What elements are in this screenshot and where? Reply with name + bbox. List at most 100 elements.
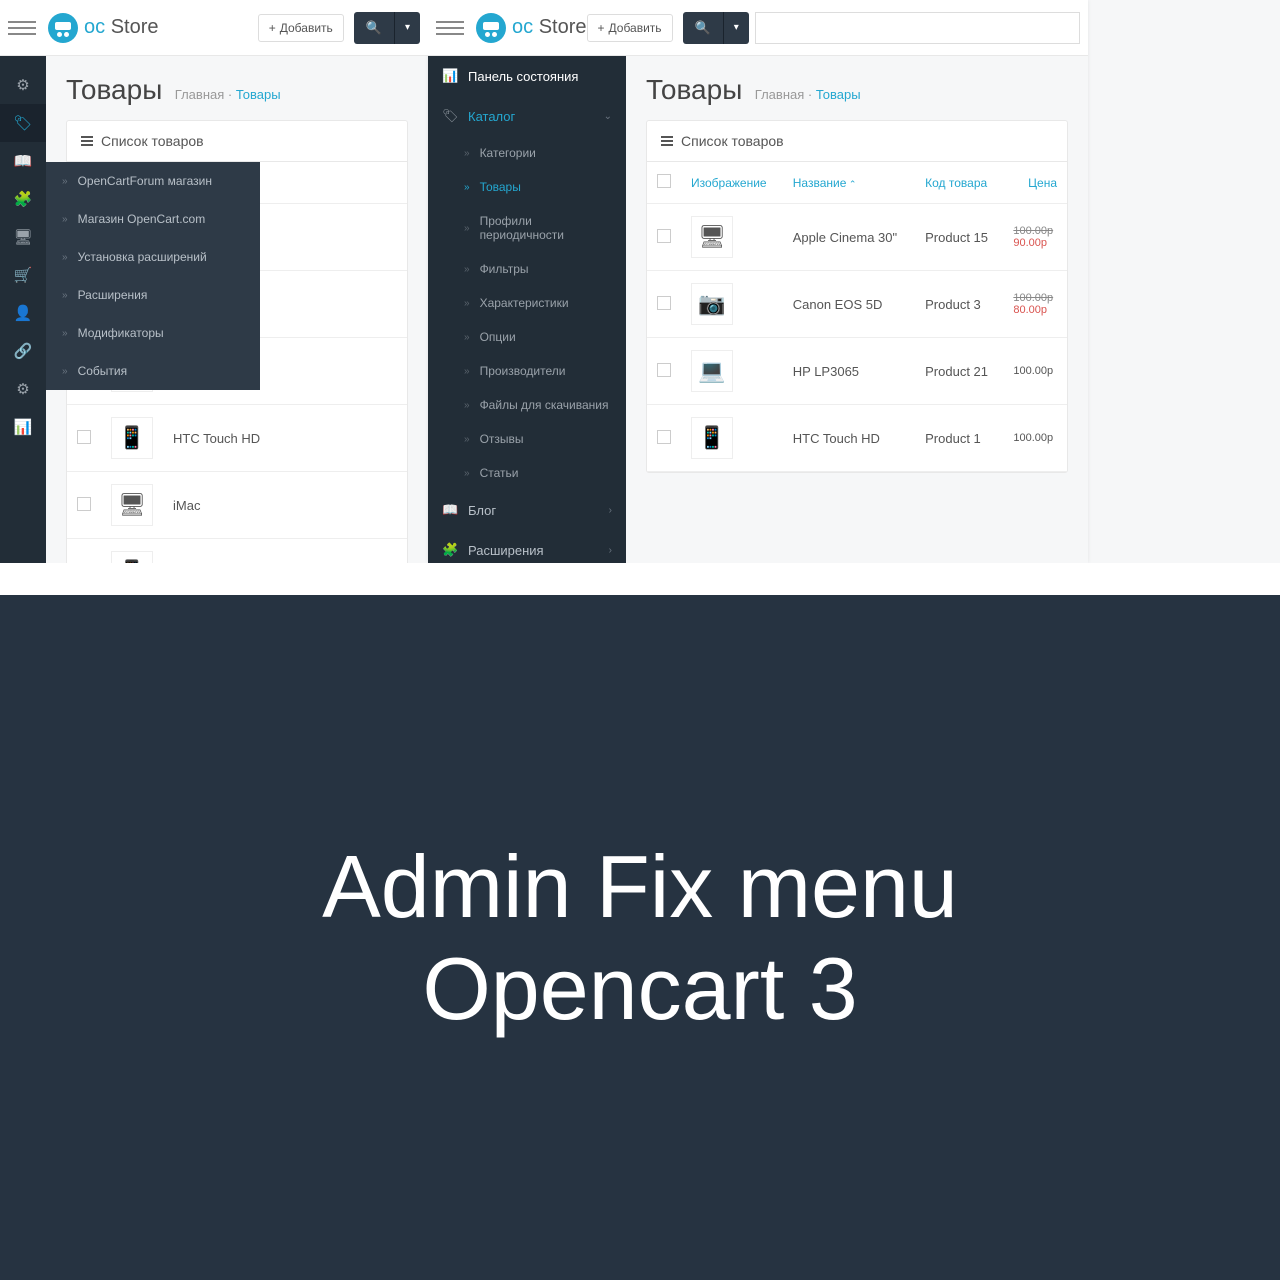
left-admin-panel: oc Store +Добавить 🔍 ▾ ⚙ 🏷 📖 🧩 🖥 🛒 👤 🔗 ⚙… xyxy=(0,0,428,563)
chevron-icon: ⌄ xyxy=(604,111,612,122)
sidebar-item[interactable]: 🧩Расширения› xyxy=(428,530,626,563)
rail-system-icon[interactable]: ⚙ xyxy=(0,370,46,408)
col-name[interactable]: Название xyxy=(783,162,915,204)
product-name: Apple Cinema 30" xyxy=(783,204,915,271)
caret-down-icon: ▾ xyxy=(405,22,410,33)
breadcrumb: Главная · Товары xyxy=(175,87,281,102)
page-header: Товары Главная · Товары xyxy=(46,56,428,120)
search-dropdown[interactable]: ▾ xyxy=(723,12,749,44)
table-row: 🖥iMac xyxy=(67,472,407,539)
rail-reports-icon[interactable]: 📊 xyxy=(0,408,46,446)
product-name: HTC Touch HD xyxy=(783,405,915,472)
full-sidebar: 📊Панель состояния🏷Каталог⌄КатегорииТовар… xyxy=(428,56,626,563)
crumb-current[interactable]: Товары xyxy=(236,87,281,102)
product-thumb: 📱 xyxy=(111,417,153,459)
caret-down-icon: ▾ xyxy=(734,22,739,33)
card-header: Список товаров xyxy=(647,121,1067,162)
flyout-item[interactable]: Установка расширений xyxy=(46,238,260,276)
rail-catalog-icon[interactable]: 🏷 xyxy=(0,104,46,142)
plus-icon: + xyxy=(269,21,276,35)
sidebar-subitem[interactable]: Товары xyxy=(428,170,626,204)
sidebar-subitem[interactable]: Файлы для скачивания xyxy=(428,388,626,422)
product-name: iPhone xyxy=(163,539,407,564)
col-price[interactable]: Цена xyxy=(1003,162,1067,204)
hamburger-icon[interactable] xyxy=(8,14,36,42)
product-name: HP LP3065 xyxy=(783,338,915,405)
hamburger-icon[interactable] xyxy=(436,14,464,42)
rail-design-icon[interactable]: 🖥 xyxy=(0,218,46,256)
product-name: iMac xyxy=(163,472,407,539)
checkbox[interactable] xyxy=(657,363,671,377)
search-input[interactable] xyxy=(755,12,1080,44)
product-thumb: 📷 xyxy=(691,283,733,325)
product-thumb: 📱 xyxy=(691,417,733,459)
product-thumb: 📱 xyxy=(111,551,153,563)
table-row: 💻HP LP3065Product 21100.00р xyxy=(647,338,1067,405)
sidebar-subitem[interactable]: Характеристики xyxy=(428,286,626,320)
page-title: Товары xyxy=(646,74,742,105)
icon-sidebar: ⚙ 🏷 📖 🧩 🖥 🛒 👤 🔗 ⚙ 📊 xyxy=(0,56,46,563)
sidebar-item[interactable]: 📊Панель состояния xyxy=(428,56,626,96)
checkbox-all[interactable] xyxy=(657,174,671,188)
sidebar-subitem[interactable]: Статьи xyxy=(428,456,626,490)
crumb-current[interactable]: Товары xyxy=(816,87,861,102)
banner: Admin Fix menu Opencart 3 xyxy=(0,595,1280,1280)
sidebar-subitem[interactable]: Производители xyxy=(428,354,626,388)
rail-blog-icon[interactable]: 📖 xyxy=(0,142,46,180)
sidebar-subitem[interactable]: Опции xyxy=(428,320,626,354)
rail-sales-icon[interactable]: 🛒 xyxy=(0,256,46,294)
rail-customers-icon[interactable]: 👤 xyxy=(0,294,46,332)
rail-marketing-icon[interactable]: 🔗 xyxy=(0,332,46,370)
checkbox[interactable] xyxy=(657,229,671,243)
flyout-item[interactable]: OpenCartForum магазин xyxy=(46,162,260,200)
flyout-item[interactable]: Расширения xyxy=(46,276,260,314)
rail-extensions-icon[interactable]: 🧩 xyxy=(0,180,46,218)
logo[interactable]: oc Store xyxy=(476,13,587,43)
add-button[interactable]: +Добавить xyxy=(258,14,344,42)
rail-dashboard-icon[interactable]: ⚙ xyxy=(0,66,46,104)
nav-icon: 🏷 xyxy=(442,108,458,124)
table-row: 📱 iPhone xyxy=(67,539,407,564)
breadcrumb: Главная · Товары xyxy=(755,87,861,102)
chevron-icon: › xyxy=(609,505,612,516)
products-table: Изображение Название Код товара Цена 🖥Ap… xyxy=(647,162,1067,472)
sidebar-subitem[interactable]: Категории xyxy=(428,136,626,170)
flyout-item[interactable]: События xyxy=(46,352,260,390)
search-button[interactable]: 🔍 xyxy=(354,12,394,44)
product-thumb: 💻 xyxy=(691,350,733,392)
search-button[interactable]: 🔍 xyxy=(683,12,723,44)
product-name: Canon EOS 5D xyxy=(783,271,915,338)
checkbox[interactable] xyxy=(77,430,91,444)
list-icon xyxy=(81,136,93,146)
product-sku: Product 3 xyxy=(915,271,1003,338)
product-sku: Product 1 xyxy=(915,405,1003,472)
search-icon: 🔍 xyxy=(695,20,711,35)
add-button[interactable]: +Добавить xyxy=(587,14,673,42)
checkbox[interactable] xyxy=(77,497,91,511)
product-name: HTC Touch HD xyxy=(163,405,407,472)
sidebar-subitem[interactable]: Фильтры xyxy=(428,252,626,286)
sidebar-subitem[interactable]: Профили периодичности xyxy=(428,204,626,252)
search-dropdown[interactable]: ▾ xyxy=(394,12,420,44)
nav-icon: 📖 xyxy=(442,502,458,518)
logo[interactable]: oc Store xyxy=(48,13,159,43)
col-sku[interactable]: Код товара xyxy=(915,162,1003,204)
chevron-icon: › xyxy=(609,545,612,556)
page-title: Товары xyxy=(66,74,162,105)
checkbox[interactable] xyxy=(657,430,671,444)
product-price: 100.00р xyxy=(1003,338,1067,405)
topbar: oc Store +Добавить 🔍 ▾ xyxy=(428,0,1088,56)
col-image[interactable]: Изображение xyxy=(681,162,783,204)
flyout-item[interactable]: Модификаторы xyxy=(46,314,260,352)
sidebar-item[interactable]: 🏷Каталог⌄ xyxy=(428,96,626,136)
topbar: oc Store +Добавить 🔍 ▾ xyxy=(0,0,428,56)
product-price: 100.00р90.00р xyxy=(1003,204,1067,271)
sidebar-subitem[interactable]: Отзывы xyxy=(428,422,626,456)
nav-icon: 📊 xyxy=(442,68,458,84)
logo-icon xyxy=(476,13,506,43)
search-icon: 🔍 xyxy=(366,20,382,35)
checkbox[interactable] xyxy=(657,296,671,310)
banner-title: Admin Fix menu Opencart 3 xyxy=(322,836,958,1038)
sidebar-item[interactable]: 📖Блог› xyxy=(428,490,626,530)
flyout-item[interactable]: Магазин OpenCart.com xyxy=(46,200,260,238)
